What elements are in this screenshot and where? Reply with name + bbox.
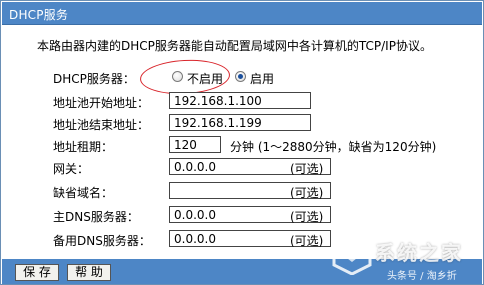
- primary-dns-label: 主DNS服务器：: [53, 210, 139, 224]
- radio-disable-label: 不启用: [187, 72, 224, 86]
- save-button[interactable]: 保 存: [15, 264, 59, 281]
- lease-input[interactable]: 120: [169, 136, 221, 153]
- pool-end-label: 地址池结束地址：: [53, 118, 150, 132]
- pool-start-label: 地址池开始地址：: [53, 96, 150, 110]
- gateway-label: 网关：: [53, 162, 90, 176]
- secondary-dns-label: 备用DNS服务器：: [53, 234, 151, 248]
- lease-note: 分钟 (1～2880分钟，缺省为120分钟): [230, 140, 437, 154]
- radio-enable[interactable]: [235, 71, 246, 82]
- intro-text: 本路由器内建的DHCP服务器能自动配置局域网中各计算机的TCP/IP协议。: [37, 39, 432, 53]
- title-bar: DHCP服务: [2, 2, 482, 25]
- panel-title: DHCP服务: [9, 8, 69, 22]
- gateway-optional-note: (可选): [290, 162, 324, 176]
- pool-start-input[interactable]: 192.168.1.100: [169, 92, 311, 109]
- lease-label: 地址租期：: [53, 140, 114, 154]
- radio-disable[interactable]: [172, 71, 183, 82]
- domain-optional-note: (可选): [290, 186, 324, 200]
- pool-end-input[interactable]: 192.168.1.199: [169, 114, 311, 131]
- primary-dns-optional-note: (可选): [290, 210, 324, 224]
- help-button[interactable]: 帮 助: [67, 264, 111, 281]
- dhcp-server-label: DHCP服务器：: [53, 72, 135, 86]
- domain-label: 缺省域名：: [53, 186, 114, 200]
- radio-enable-label: 启用: [250, 72, 275, 86]
- secondary-dns-optional-note: (可选): [290, 234, 324, 248]
- dhcp-service-panel: DHCP服务 本路由器内建的DHCP服务器能自动配置局域网中各计算机的TCP/I…: [0, 0, 484, 285]
